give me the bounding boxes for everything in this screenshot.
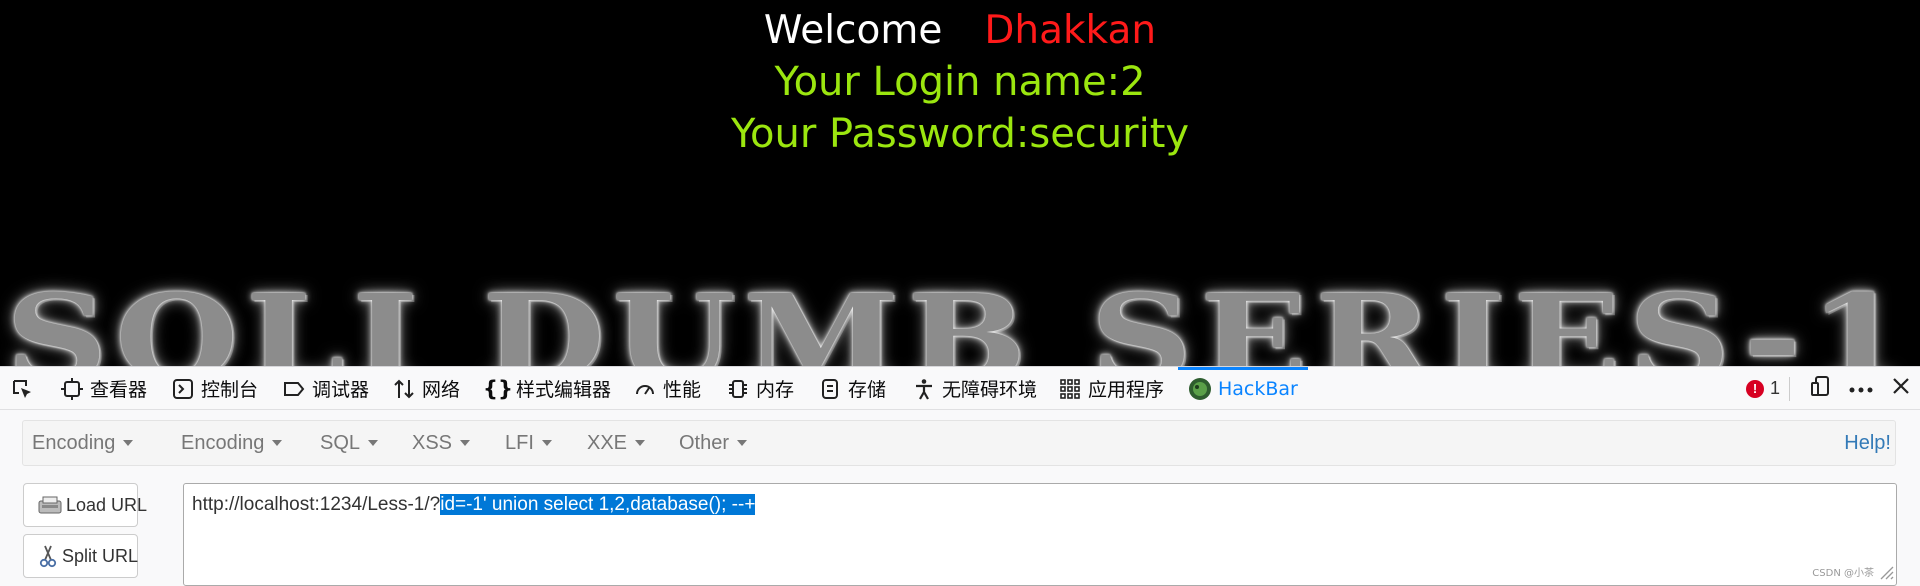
menu-other[interactable]: Other xyxy=(679,421,748,465)
user-name: Dhakkan xyxy=(984,8,1157,53)
caret-down-icon xyxy=(635,440,646,446)
password-line: Your Password:security xyxy=(730,111,1190,157)
storage-icon xyxy=(818,377,842,401)
split-url-button[interactable]: Split URL xyxy=(23,534,138,578)
menu-lfi[interactable]: LFI xyxy=(505,421,552,465)
menu-label: LFI xyxy=(505,431,534,454)
caret-down-icon xyxy=(460,440,471,446)
resize-grip-icon[interactable] xyxy=(1876,562,1894,580)
tab-hackbar[interactable]: HackBar xyxy=(1178,367,1308,410)
element-picker-icon xyxy=(10,377,34,401)
caret-down-icon xyxy=(123,440,134,446)
tab-console[interactable]: 控制台 xyxy=(171,367,258,410)
close-icon xyxy=(1892,377,1910,400)
tab-label: 网络 xyxy=(422,379,461,401)
performance-icon xyxy=(633,377,657,401)
inspector-icon xyxy=(60,377,84,401)
menu-label: Encoding xyxy=(181,431,265,454)
load-url-label: Load URL xyxy=(66,494,148,515)
load-url-icon xyxy=(38,494,62,516)
hackbar-menu-bar: Encoding Encoding SQL XSS LFI XXE Other … xyxy=(22,420,1896,466)
menu-xss[interactable]: XSS xyxy=(412,421,471,465)
sqli-banner-logo: SQLI DUMB SERIES-1 xyxy=(5,268,1915,366)
tab-label: 存储 xyxy=(848,379,887,401)
tab-application[interactable]: 应用程序 xyxy=(1058,367,1164,410)
style-editor-icon: {} xyxy=(483,376,513,401)
menu-encryption[interactable]: Encoding xyxy=(32,421,134,465)
tab-label: 应用程序 xyxy=(1088,379,1165,401)
tab-label: 样式编辑器 xyxy=(516,379,612,401)
tab-label: HackBar xyxy=(1218,377,1298,400)
tab-inspector[interactable]: 查看器 xyxy=(60,367,147,410)
tab-label: 控制台 xyxy=(201,379,259,401)
devtools-panel: 查看器 控制台 调试器 网络 {} 样式编辑器 性能 内存 存储 无障碍环境 应… xyxy=(0,366,1920,586)
welcome-text: Welcome xyxy=(763,8,943,53)
caret-down-icon xyxy=(368,440,379,446)
url-selected-text: id=-1' union select 1,2,database(); --+ xyxy=(440,494,756,515)
tab-accessibility[interactable]: 无障碍环境 xyxy=(912,367,1037,410)
menu-label: XXE xyxy=(587,431,628,454)
more-options-button[interactable] xyxy=(1845,367,1877,410)
element-picker-button[interactable] xyxy=(10,367,40,410)
responsive-design-button[interactable] xyxy=(1805,367,1837,410)
tab-label: 性能 xyxy=(663,379,702,401)
tab-label: 无障碍环境 xyxy=(942,379,1038,401)
menu-label: Other xyxy=(679,431,730,454)
menu-sql[interactable]: SQL xyxy=(320,421,379,465)
tab-debugger[interactable]: 调试器 xyxy=(282,367,369,410)
welcome-line: Welcome Dhakkan xyxy=(0,8,1920,53)
caret-down-icon xyxy=(737,440,748,446)
tab-label: 内存 xyxy=(756,379,795,401)
network-icon xyxy=(392,377,416,401)
tab-storage[interactable]: 存储 xyxy=(818,367,886,410)
tab-style-editor[interactable]: {} 样式编辑器 xyxy=(483,367,612,410)
scissors-icon xyxy=(38,545,58,568)
close-devtools-button[interactable] xyxy=(1885,367,1917,410)
toolbar-divider xyxy=(1789,377,1790,401)
url-prefix: http://localhost:1234/Less-1/? xyxy=(192,494,441,515)
tab-network[interactable]: 网络 xyxy=(392,367,460,410)
login-name-line: Your Login name:2 xyxy=(774,59,1146,105)
devtools-toolbar: 查看器 控制台 调试器 网络 {} 样式编辑器 性能 内存 存储 无障碍环境 应… xyxy=(0,366,1920,410)
url-input[interactable]: http://localhost:1234/Less-1/?id=-1' uni… xyxy=(183,483,1897,586)
accessibility-icon xyxy=(912,377,936,401)
menu-label: Encoding xyxy=(32,431,116,454)
menu-xxe[interactable]: XXE xyxy=(587,421,646,465)
responsive-design-icon xyxy=(1810,375,1832,402)
hackbar-icon xyxy=(1188,377,1212,401)
load-url-button[interactable]: Load URL xyxy=(23,483,147,527)
error-count: 1 xyxy=(1770,378,1781,398)
caret-down-icon xyxy=(541,440,552,446)
more-options-icon xyxy=(1849,380,1873,398)
memory-icon xyxy=(726,377,750,401)
page-content: Welcome Dhakkan Your Login name:2 Your Pa… xyxy=(0,0,1920,366)
error-icon: ! xyxy=(1746,379,1764,398)
console-icon xyxy=(171,377,195,401)
tab-label: 查看器 xyxy=(90,379,148,401)
menu-encoding[interactable]: Encoding xyxy=(181,421,283,465)
debugger-icon xyxy=(282,377,306,401)
tab-memory[interactable]: 内存 xyxy=(726,367,794,410)
caret-down-icon xyxy=(272,440,283,446)
tab-performance[interactable]: 性能 xyxy=(633,367,701,410)
menu-label: SQL xyxy=(320,431,361,454)
watermark: CSDN @小茶 xyxy=(1812,568,1874,579)
split-url-label: Split URL xyxy=(62,545,139,566)
help-link[interactable]: Help! xyxy=(1844,421,1891,465)
menu-label: XSS xyxy=(412,431,453,454)
tab-label: 调试器 xyxy=(312,379,370,401)
application-icon xyxy=(1058,377,1082,401)
error-count-badge[interactable]: ! 1 xyxy=(1746,367,1780,410)
